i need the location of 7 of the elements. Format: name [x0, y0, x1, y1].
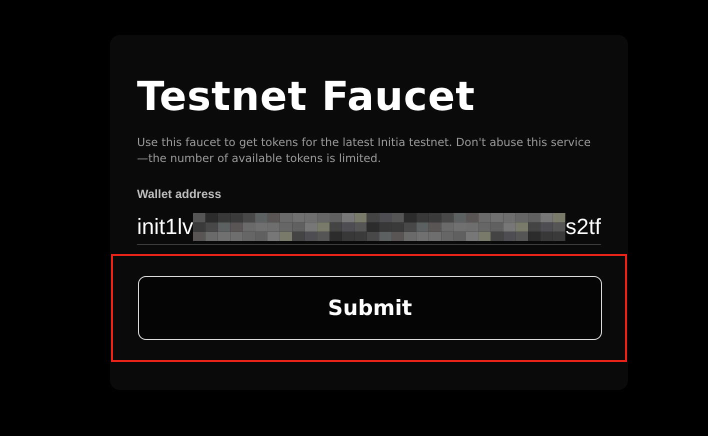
submit-button[interactable]: Submit: [138, 276, 602, 340]
field-label: Wallet address: [137, 187, 222, 201]
address-field[interactable]: init1lv s2tf: [137, 209, 601, 245]
page-title: Testnet Faucet: [137, 73, 476, 121]
description-text: Use this faucet to get tokens for the latest Initia testnet. Don't abuse this service—the number of available tokens is limited.: [137, 135, 592, 167]
address-text: init1lv: [137, 214, 194, 240]
address-text: s2tf: [566, 214, 601, 240]
